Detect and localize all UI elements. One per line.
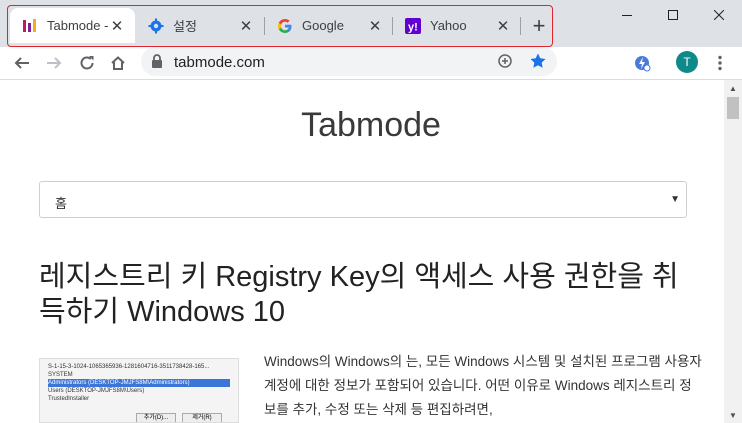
yahoo-favicon-icon: y! [405, 17, 421, 34]
page-scrollbar[interactable]: ▲ ▼ [724, 80, 742, 423]
thumbnail-row: S-1-15-3-1024-1065365936-1281604716-3511… [48, 364, 210, 370]
nav-select-value: 홈 [55, 196, 67, 211]
tab-title: 설정 [173, 19, 197, 34]
tab-close-icon[interactable]: ✕ [238, 18, 254, 35]
post-thumbnail[interactable]: S-1-15-3-1024-1065365936-1281604716-3511… [39, 358, 239, 423]
tab-yahoo[interactable]: y! Yahoo ✕ [393, 8, 521, 43]
reload-button[interactable] [73, 49, 101, 77]
home-button[interactable] [104, 49, 132, 77]
scrollbar-thumb[interactable] [727, 97, 739, 119]
browser-toolbar: tabmode.com 1 T [0, 47, 742, 105]
menu-kebab-icon[interactable] [706, 49, 734, 77]
tab-settings[interactable]: 설정 ✕ [136, 8, 264, 43]
nav-select[interactable]: 홈 ▼ [39, 181, 687, 218]
url-text[interactable]: tabmode.com [174, 54, 265, 71]
lock-icon[interactable] [151, 53, 163, 74]
close-window-button[interactable] [696, 0, 742, 30]
dropdown-arrow-icon: ▼ [670, 194, 680, 205]
add-circle-icon[interactable] [497, 53, 513, 74]
back-button[interactable] [8, 49, 36, 77]
post-excerpt: Windows의 Windows의 는, 모든 Windows 시스템 및 설치… [264, 354, 702, 417]
bookmark-star-icon[interactable] [529, 52, 547, 75]
forward-button[interactable] [40, 49, 68, 77]
tab-title: Yahoo [430, 18, 467, 33]
post-title[interactable]: 레지스트리 키 Registry Key의 액세스 사용 권한을 취득하기 Wi… [39, 260, 699, 330]
thumbnail-row: Administrators (DESKTOP-JMJFS8M\Administ… [48, 379, 230, 387]
web-page: Tabmode 홈 ▼ 레지스트리 키 Registry Key의 액세스 사용… [0, 80, 724, 423]
tab-google[interactable]: Google ✕ [265, 8, 393, 43]
thumbnail-remove-button: 제거(R) [182, 413, 222, 422]
scroll-up-icon[interactable]: ▲ [724, 80, 742, 96]
tab-tabmode[interactable]: Tabmode - ✕ [10, 8, 135, 43]
thumbnail-row: SYSTEM [48, 372, 73, 378]
thumbnail-add-button: 추가(D)... [136, 413, 176, 422]
extension-icon[interactable] [628, 49, 656, 77]
tab-title: Google [302, 18, 344, 33]
thumbnail-row: TrustedInstaller [48, 396, 90, 402]
tab-close-icon[interactable]: ✕ [109, 18, 125, 35]
tab-strip: Tabmode - ✕ 설정 ✕ Google ✕ y! Yahoo ✕ + [0, 0, 742, 47]
tab-close-icon[interactable]: ✕ [495, 18, 511, 35]
new-tab-button[interactable]: + [526, 13, 552, 39]
tab-title: Tabmode - [47, 18, 109, 33]
minimize-button[interactable] [604, 0, 650, 30]
svg-text:y!: y! [408, 21, 418, 33]
tab-separator [520, 17, 521, 35]
scroll-down-icon[interactable]: ▼ [724, 407, 742, 423]
tabmode-favicon-icon [22, 18, 38, 34]
gear-icon [148, 18, 164, 34]
thumbnail-row: Users (DESKTOP-JMJFS8M\Users) [48, 388, 145, 394]
google-g-icon [277, 18, 293, 34]
profile-avatar[interactable]: T [676, 51, 698, 73]
maximize-button[interactable] [650, 0, 696, 30]
site-title[interactable]: Tabmode [0, 106, 724, 145]
tab-close-icon[interactable]: ✕ [367, 18, 383, 35]
address-bar[interactable]: tabmode.com [141, 47, 557, 76]
